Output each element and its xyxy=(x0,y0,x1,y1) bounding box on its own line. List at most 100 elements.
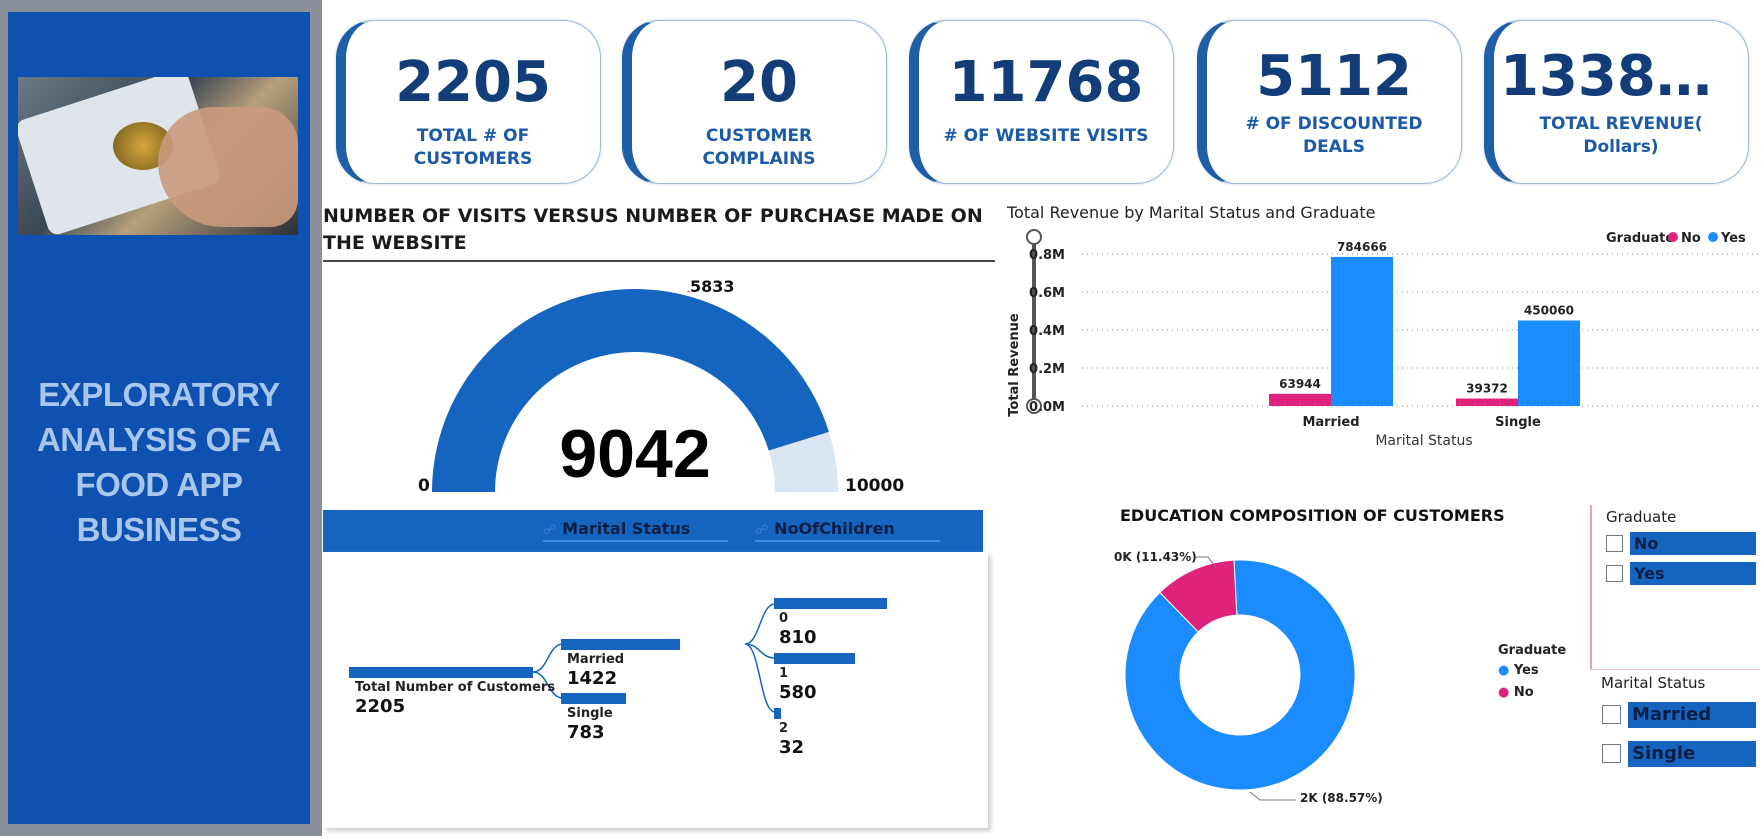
tree-connector xyxy=(532,643,564,673)
tree-field-marital-status[interactable]: ☍ Marital Status xyxy=(543,519,728,542)
title-line: FOOD APP xyxy=(75,466,243,503)
tree-bar-root xyxy=(349,667,533,678)
slicer-title: Graduate xyxy=(1606,508,1677,526)
legend-dot-icon xyxy=(1708,232,1718,242)
y-tick-label: 0.4M xyxy=(1029,324,1065,339)
title-line: BUSINESS xyxy=(76,511,242,548)
tree-node-value: 1422 xyxy=(567,668,618,689)
revenue-bar[interactable] xyxy=(1456,398,1518,406)
dashboard-title: EXPLORATORY ANALYSIS OF A FOOD APP BUSIN… xyxy=(8,372,310,552)
checkbox-no[interactable] xyxy=(1606,535,1623,552)
title-line: ANALYSIS OF A xyxy=(36,421,282,458)
slicer-option-single[interactable]: Single xyxy=(1628,741,1756,767)
legend-label: Yes xyxy=(1513,663,1539,678)
checkbox-yes[interactable] xyxy=(1606,565,1623,582)
scroll-handle-top[interactable] xyxy=(1026,229,1042,245)
title-line: EXPLORATORY xyxy=(38,376,280,413)
data-label: 39372 xyxy=(1466,382,1508,396)
food-delivery-phone-photo xyxy=(18,77,298,235)
revenue-legend: Graduate No Yes xyxy=(1606,231,1746,246)
tree-node-label: Single xyxy=(567,706,613,721)
y-tick-label: 0.2M xyxy=(1029,362,1065,377)
donut-label-yes: 2K (88.57%) xyxy=(1300,791,1383,805)
slicer-title: Marital Status xyxy=(1601,674,1706,692)
graduate-slicer: Graduate No Yes xyxy=(1590,505,1760,670)
kpi-card-discounted-deals[interactable]: 5112 # OF DISCOUNTED DEALS xyxy=(1197,20,1462,184)
leader-line xyxy=(1249,791,1296,801)
slicer-option-married[interactable]: Married xyxy=(1628,702,1756,728)
data-label: 63944 xyxy=(1279,377,1321,391)
tree-bar-married[interactable] xyxy=(561,639,680,650)
tree-node-value: 580 xyxy=(779,682,817,703)
kpi-card-customers[interactable]: 2205 TOTAL # OF CUSTOMERS xyxy=(336,20,601,184)
kpi-value: 13380... xyxy=(1500,47,1748,107)
legend-dot-icon: ● xyxy=(1498,685,1510,700)
education-donut-chart[interactable]: 2K (88.57%) 0K (11.43%) xyxy=(1100,530,1400,810)
revenue-bar-chart[interactable]: Graduate No Yes Total Revenue 0.0M 0.2M 0.4M 0.… xyxy=(1000,225,1760,500)
gauge-target-label: 5833 xyxy=(690,277,735,296)
legend-label: No xyxy=(1513,685,1534,700)
x-tick-label: Married xyxy=(1302,415,1359,430)
tree-node-value: 32 xyxy=(779,737,805,758)
kpi-label: # OF DISCOUNTED DEALS xyxy=(1245,114,1423,157)
revenue-bar[interactable] xyxy=(1331,256,1393,406)
tree-node-label: 2 xyxy=(779,721,789,736)
tree-bar-children-1[interactable] xyxy=(774,653,856,664)
marital-slicer: Marital Status Married Single xyxy=(1598,674,1760,774)
kpi-value: 5112 xyxy=(1256,47,1412,107)
tree-field-children[interactable]: ☍ NoOfChildren xyxy=(755,519,940,542)
kpi-label: CUSTOMER COMPLAINS xyxy=(702,126,816,169)
banner-panel: EXPLORATORY ANALYSIS OF A FOOD APP BUSIN… xyxy=(8,12,310,824)
gauge-min-label: 0 xyxy=(418,476,430,496)
slicer-option-no[interactable]: No xyxy=(1630,532,1756,555)
checkbox-married[interactable] xyxy=(1602,705,1621,724)
tree-header: ☍ Marital Status ☍ NoOfChildren xyxy=(323,510,983,552)
tree-node-value: 810 xyxy=(779,627,817,648)
tree-connector xyxy=(744,603,776,645)
gauge-title: NUMBER OF VISITS VERSUS NUMBER OF PURCHA… xyxy=(323,203,995,262)
y-axis-title: Total Revenue xyxy=(1007,313,1022,417)
kpi-label: # OF WEBSITE VISITS xyxy=(943,126,1149,146)
donut-label-no: 0K (11.43%) xyxy=(1114,550,1197,564)
decomposition-tree[interactable]: Total Number of Customers 2205 Married 1… xyxy=(323,552,988,828)
kpi-card-complains[interactable]: 20 CUSTOMER COMPLAINS xyxy=(622,20,887,184)
kpi-card-visits[interactable]: 11768 # OF WEBSITE VISITS xyxy=(909,20,1174,184)
legend-dot-icon: ● xyxy=(1498,663,1510,678)
gauge-value: 9042 xyxy=(559,416,710,492)
kpi-value: 2205 xyxy=(395,53,551,113)
tree-node-label: Married xyxy=(567,652,625,667)
tree-field-label: NoOfChildren xyxy=(774,519,895,538)
tree-node-label: 1 xyxy=(779,666,789,681)
revenue-bar[interactable] xyxy=(1518,320,1580,406)
legend-item[interactable]: Yes xyxy=(1720,231,1746,246)
slicer-option-yes[interactable]: Yes xyxy=(1630,562,1756,585)
legend-dot-icon xyxy=(1668,232,1678,242)
y-tick-label: 0.0M xyxy=(1029,400,1065,415)
donut-legend-item-yes[interactable]: ● Yes xyxy=(1498,663,1566,678)
revenue-bar[interactable] xyxy=(1269,393,1331,406)
x-axis-title: Marital Status xyxy=(1375,433,1472,449)
checkbox-single[interactable] xyxy=(1602,744,1621,763)
tree-bar-children-0[interactable] xyxy=(774,598,888,609)
tree-bar-single[interactable] xyxy=(561,693,627,704)
donut-legend-title: Graduate xyxy=(1498,643,1567,658)
donut-slice[interactable] xyxy=(1119,554,1361,796)
x-tick-label: Single xyxy=(1495,415,1541,430)
lock-icon: ☍ xyxy=(755,523,769,538)
y-tick-label: 0.6M xyxy=(1029,286,1065,301)
tree-node-label: 0 xyxy=(779,611,789,626)
gauge-chart[interactable]: 9042 xyxy=(420,270,860,500)
tree-node-label: Total Number of Customers xyxy=(355,680,556,695)
tree-bar-children-2[interactable] xyxy=(774,708,781,719)
lock-icon: ☍ xyxy=(543,523,557,538)
tree-field-label: Marital Status xyxy=(562,519,691,538)
hand-shape xyxy=(158,107,298,227)
data-label: 450060 xyxy=(1524,303,1574,317)
data-label: 784666 xyxy=(1337,240,1387,254)
legend-item[interactable]: No xyxy=(1681,231,1701,246)
kpi-card-revenue[interactable]: 13380... TOTAL REVENUE( Dollars) xyxy=(1484,20,1749,184)
legend-title: Graduate xyxy=(1606,231,1674,246)
donut-legend-item-no[interactable]: ● No xyxy=(1498,685,1566,700)
kpi-label: TOTAL REVENUE( Dollars) xyxy=(1539,114,1703,157)
y-tick-label: 0.8M xyxy=(1029,248,1065,263)
